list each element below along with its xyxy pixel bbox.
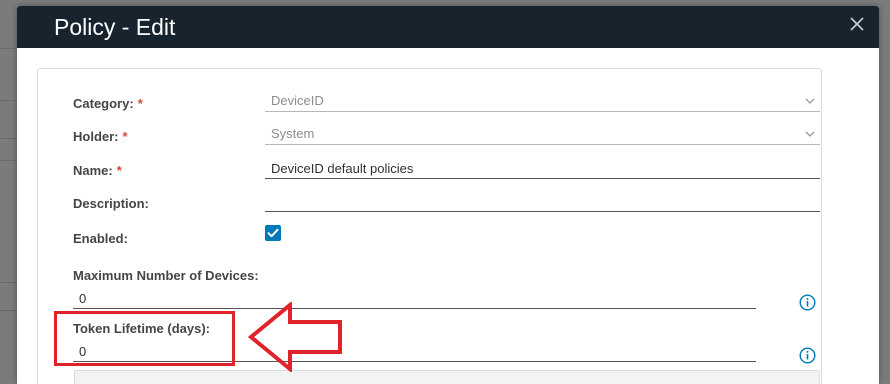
category-label: Category: * — [73, 96, 143, 111]
description-label: Description: — [73, 196, 149, 211]
max-devices-label: Maximum Number of Devices: — [73, 268, 259, 283]
modal-title: Policy - Edit — [54, 14, 176, 40]
close-icon — [848, 15, 866, 33]
chevron-down-icon — [804, 129, 816, 139]
highlight-box — [54, 311, 235, 366]
name-field[interactable]: DeviceID default policies — [265, 157, 820, 179]
info-icon[interactable] — [799, 294, 816, 311]
max-devices-field[interactable]: 0 — [73, 287, 756, 309]
info-icon[interactable] — [799, 347, 816, 364]
max-devices-value: 0 — [79, 291, 87, 306]
description-field[interactable] — [265, 190, 820, 212]
enabled-checkbox[interactable] — [265, 225, 281, 241]
left-arrow-annotation — [248, 302, 344, 372]
checkmark-icon — [265, 225, 281, 241]
holder-label: Holder: * — [73, 129, 128, 144]
name-value: DeviceID default policies — [271, 161, 414, 176]
category-value: DeviceID — [271, 93, 324, 108]
modal-header: Policy - Edit — [17, 6, 879, 48]
name-label: Name: * — [73, 163, 122, 178]
holder-value: System — [271, 126, 315, 141]
next-field-box — [74, 370, 820, 384]
category-select[interactable]: DeviceID — [265, 90, 820, 112]
holder-select[interactable]: System — [265, 123, 820, 145]
enabled-label: Enabled: — [73, 231, 128, 246]
chevron-down-icon — [804, 96, 816, 106]
close-button[interactable] — [848, 15, 866, 33]
